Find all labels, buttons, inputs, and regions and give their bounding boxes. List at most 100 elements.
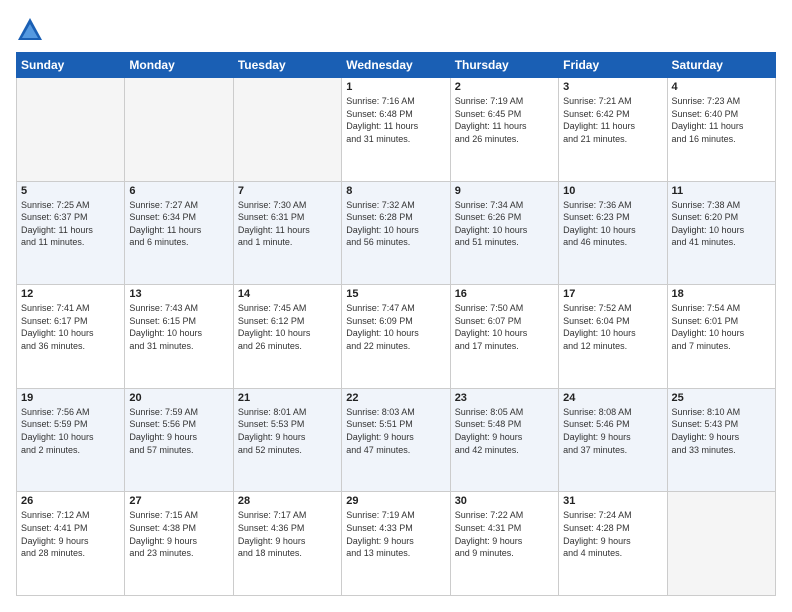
weekday-header: Wednesday: [342, 53, 450, 78]
day-info: Sunrise: 7:22 AM Sunset: 4:31 PM Dayligh…: [455, 509, 554, 559]
calendar-cell: 11 Sunrise: 7:38 AM Sunset: 6:20 PM Dayli…: [667, 181, 775, 285]
calendar-cell: 5 Sunrise: 7:25 AM Sunset: 6:37 PM Daylig…: [17, 181, 125, 285]
day-info: Sunrise: 7:34 AM Sunset: 6:26 PM Dayligh…: [455, 199, 554, 249]
calendar-cell: 13 Sunrise: 7:43 AM Sunset: 6:15 PM Dayli…: [125, 285, 233, 389]
calendar-cell: [17, 78, 125, 182]
day-info: Sunrise: 8:01 AM Sunset: 5:53 PM Dayligh…: [238, 406, 337, 456]
day-number: 17: [563, 288, 662, 300]
calendar-table: SundayMondayTuesdayWednesdayThursdayFrid…: [16, 52, 776, 596]
day-number: 9: [455, 185, 554, 197]
calendar-cell: 24 Sunrise: 8:08 AM Sunset: 5:46 PM Dayli…: [559, 388, 667, 492]
day-number: 4: [672, 81, 771, 93]
day-info: Sunrise: 7:24 AM Sunset: 4:28 PM Dayligh…: [563, 509, 662, 559]
day-info: Sunrise: 7:36 AM Sunset: 6:23 PM Dayligh…: [563, 199, 662, 249]
calendar-cell: [233, 78, 341, 182]
day-number: 2: [455, 81, 554, 93]
day-number: 31: [563, 495, 662, 507]
day-info: Sunrise: 7:25 AM Sunset: 6:37 PM Dayligh…: [21, 199, 120, 249]
day-info: Sunrise: 7:32 AM Sunset: 6:28 PM Dayligh…: [346, 199, 445, 249]
day-info: Sunrise: 7:56 AM Sunset: 5:59 PM Dayligh…: [21, 406, 120, 456]
day-info: Sunrise: 7:15 AM Sunset: 4:38 PM Dayligh…: [129, 509, 228, 559]
calendar-week-row: 1Sunrise: 7:16 AM Sunset: 6:48 PM Daylig…: [17, 78, 776, 182]
calendar-cell: 9 Sunrise: 7:34 AM Sunset: 6:26 PM Daylig…: [450, 181, 558, 285]
calendar-cell: 4 Sunrise: 7:23 AM Sunset: 6:40 PM Daylig…: [667, 78, 775, 182]
calendar-cell: 8Sunrise: 7:32 AM Sunset: 6:28 PM Daylig…: [342, 181, 450, 285]
calendar-cell: 26 Sunrise: 7:12 AM Sunset: 4:41 PM Dayli…: [17, 492, 125, 596]
day-info: Sunrise: 7:38 AM Sunset: 6:20 PM Dayligh…: [672, 199, 771, 249]
calendar-cell: 29 Sunrise: 7:19 AM Sunset: 4:33 PM Dayli…: [342, 492, 450, 596]
day-info: Sunrise: 8:08 AM Sunset: 5:46 PM Dayligh…: [563, 406, 662, 456]
calendar-cell: 28 Sunrise: 7:17 AM Sunset: 4:36 PM Dayli…: [233, 492, 341, 596]
day-number: 29: [346, 495, 445, 507]
day-number: 20: [129, 392, 228, 404]
calendar-cell: 12Sunrise: 7:41 AM Sunset: 6:17 PM Dayli…: [17, 285, 125, 389]
calendar-cell: 2 Sunrise: 7:19 AM Sunset: 6:45 PM Daylig…: [450, 78, 558, 182]
calendar-cell: 6 Sunrise: 7:27 AM Sunset: 6:34 PM Daylig…: [125, 181, 233, 285]
day-info: Sunrise: 7:27 AM Sunset: 6:34 PM Dayligh…: [129, 199, 228, 249]
weekday-header: Friday: [559, 53, 667, 78]
day-info: Sunrise: 7:41 AM Sunset: 6:17 PM Dayligh…: [21, 302, 120, 352]
calendar-cell: 15 Sunrise: 7:47 AM Sunset: 6:09 PM Dayli…: [342, 285, 450, 389]
calendar-cell: 7Sunrise: 7:30 AM Sunset: 6:31 PM Daylig…: [233, 181, 341, 285]
calendar-cell: 10 Sunrise: 7:36 AM Sunset: 6:23 PM Dayli…: [559, 181, 667, 285]
day-number: 3: [563, 81, 662, 93]
day-number: 14: [238, 288, 337, 300]
day-info: Sunrise: 7:30 AM Sunset: 6:31 PM Dayligh…: [238, 199, 337, 249]
day-number: 10: [563, 185, 662, 197]
calendar-cell: 22 Sunrise: 8:03 AM Sunset: 5:51 PM Dayli…: [342, 388, 450, 492]
day-number: 27: [129, 495, 228, 507]
day-number: 24: [563, 392, 662, 404]
day-number: 19: [21, 392, 120, 404]
day-info: Sunrise: 7:59 AM Sunset: 5:56 PM Dayligh…: [129, 406, 228, 456]
calendar-cell: 14 Sunrise: 7:45 AM Sunset: 6:12 PM Dayli…: [233, 285, 341, 389]
day-info: Sunrise: 8:05 AM Sunset: 5:48 PM Dayligh…: [455, 406, 554, 456]
calendar-cell: 25Sunrise: 8:10 AM Sunset: 5:43 PM Dayli…: [667, 388, 775, 492]
day-info: Sunrise: 7:12 AM Sunset: 4:41 PM Dayligh…: [21, 509, 120, 559]
day-number: 13: [129, 288, 228, 300]
calendar-cell: 3Sunrise: 7:21 AM Sunset: 6:42 PM Daylig…: [559, 78, 667, 182]
weekday-header: Sunday: [17, 53, 125, 78]
logo-icon: [16, 16, 44, 44]
day-info: Sunrise: 7:23 AM Sunset: 6:40 PM Dayligh…: [672, 95, 771, 145]
day-info: Sunrise: 7:17 AM Sunset: 4:36 PM Dayligh…: [238, 509, 337, 559]
calendar-cell: 16Sunrise: 7:50 AM Sunset: 6:07 PM Dayli…: [450, 285, 558, 389]
header: [16, 16, 776, 44]
calendar-cell: [125, 78, 233, 182]
day-number: 18: [672, 288, 771, 300]
day-number: 5: [21, 185, 120, 197]
day-info: Sunrise: 7:19 AM Sunset: 6:45 PM Dayligh…: [455, 95, 554, 145]
calendar-cell: 18 Sunrise: 7:54 AM Sunset: 6:01 PM Dayli…: [667, 285, 775, 389]
logo: [16, 16, 48, 44]
day-number: 26: [21, 495, 120, 507]
day-info: Sunrise: 7:43 AM Sunset: 6:15 PM Dayligh…: [129, 302, 228, 352]
calendar-cell: [667, 492, 775, 596]
day-info: Sunrise: 7:54 AM Sunset: 6:01 PM Dayligh…: [672, 302, 771, 352]
day-number: 11: [672, 185, 771, 197]
weekday-header: Tuesday: [233, 53, 341, 78]
calendar-cell: 21 Sunrise: 8:01 AM Sunset: 5:53 PM Dayli…: [233, 388, 341, 492]
calendar-cell: 20 Sunrise: 7:59 AM Sunset: 5:56 PM Dayli…: [125, 388, 233, 492]
day-number: 30: [455, 495, 554, 507]
day-info: Sunrise: 7:47 AM Sunset: 6:09 PM Dayligh…: [346, 302, 445, 352]
calendar-week-row: 5 Sunrise: 7:25 AM Sunset: 6:37 PM Daylig…: [17, 181, 776, 285]
page: SundayMondayTuesdayWednesdayThursdayFrid…: [0, 0, 792, 612]
day-number: 21: [238, 392, 337, 404]
day-info: Sunrise: 7:19 AM Sunset: 4:33 PM Dayligh…: [346, 509, 445, 559]
calendar-header-row: SundayMondayTuesdayWednesdayThursdayFrid…: [17, 53, 776, 78]
day-info: Sunrise: 7:45 AM Sunset: 6:12 PM Dayligh…: [238, 302, 337, 352]
calendar-week-row: 12Sunrise: 7:41 AM Sunset: 6:17 PM Dayli…: [17, 285, 776, 389]
day-number: 15: [346, 288, 445, 300]
day-info: Sunrise: 8:03 AM Sunset: 5:51 PM Dayligh…: [346, 406, 445, 456]
calendar-week-row: 19 Sunrise: 7:56 AM Sunset: 5:59 PM Dayli…: [17, 388, 776, 492]
day-number: 28: [238, 495, 337, 507]
day-info: Sunrise: 7:52 AM Sunset: 6:04 PM Dayligh…: [563, 302, 662, 352]
day-info: Sunrise: 7:50 AM Sunset: 6:07 PM Dayligh…: [455, 302, 554, 352]
day-number: 22: [346, 392, 445, 404]
calendar-cell: 19 Sunrise: 7:56 AM Sunset: 5:59 PM Dayli…: [17, 388, 125, 492]
calendar-cell: 27 Sunrise: 7:15 AM Sunset: 4:38 PM Dayli…: [125, 492, 233, 596]
calendar-cell: 31 Sunrise: 7:24 AM Sunset: 4:28 PM Dayli…: [559, 492, 667, 596]
weekday-header: Thursday: [450, 53, 558, 78]
day-number: 23: [455, 392, 554, 404]
day-number: 25: [672, 392, 771, 404]
day-number: 6: [129, 185, 228, 197]
